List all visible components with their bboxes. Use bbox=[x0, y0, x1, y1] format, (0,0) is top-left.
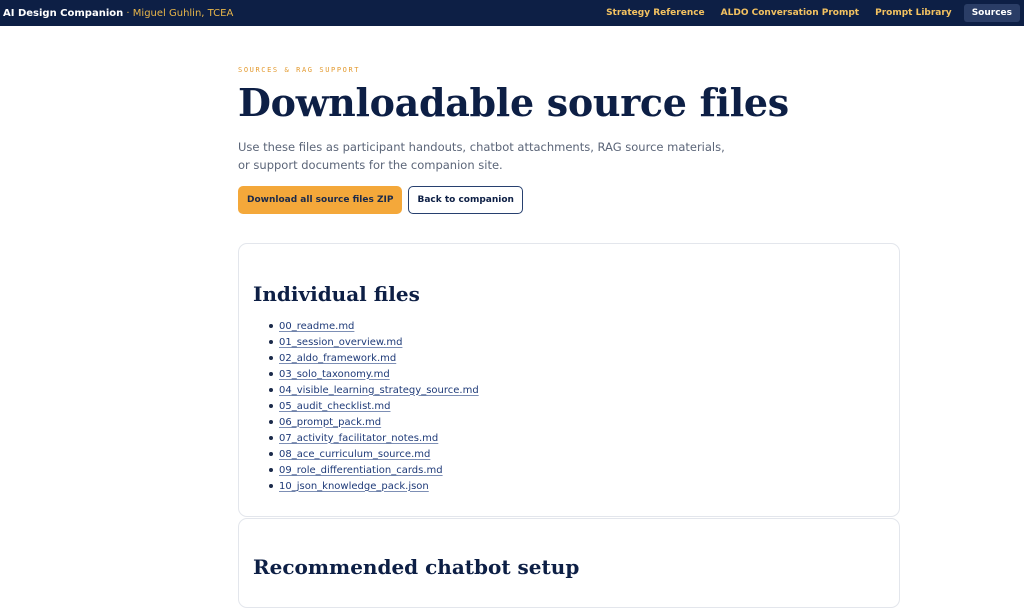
bullet-icon bbox=[269, 420, 273, 424]
bullet-icon bbox=[269, 340, 273, 344]
chatbot-setup-card: Recommended chatbot setup bbox=[238, 518, 900, 608]
nav-link-strategy-reference[interactable]: Strategy Reference bbox=[598, 4, 713, 22]
nav-link-aldo-conversation-prompt[interactable]: ALDO Conversation Prompt bbox=[713, 4, 867, 22]
back-to-companion-button[interactable]: Back to companion bbox=[408, 185, 523, 214]
file-link[interactable]: 06_prompt_pack.md bbox=[279, 417, 381, 428]
list-item: 07_activity_facilitator_notes.md bbox=[269, 430, 885, 446]
download-zip-button[interactable]: Download all source files ZIP bbox=[238, 185, 403, 214]
hero-actions: Download all source files ZIP Back to co… bbox=[238, 185, 900, 214]
file-link[interactable]: 10_json_knowledge_pack.json bbox=[279, 481, 429, 492]
file-link[interactable]: 03_solo_taxonomy.md bbox=[279, 369, 390, 380]
list-item: 09_role_differentiation_cards.md bbox=[269, 462, 885, 478]
file-link[interactable]: 02_aldo_framework.md bbox=[279, 353, 396, 364]
bullet-icon bbox=[269, 404, 273, 408]
list-item: 10_json_knowledge_pack.json bbox=[269, 478, 885, 494]
file-link[interactable]: 01_session_overview.md bbox=[279, 337, 402, 348]
page-lead: Use these files as participant handouts,… bbox=[238, 139, 725, 172]
section-eyebrow: SOURCES & RAG SUPPORT bbox=[238, 66, 361, 74]
bullet-icon bbox=[269, 388, 273, 392]
list-item: 03_solo_taxonomy.md bbox=[269, 366, 885, 382]
file-link[interactable]: 07_activity_facilitator_notes.md bbox=[279, 433, 438, 444]
list-item: 00_readme.md bbox=[269, 318, 885, 334]
chatbot-setup-heading: Recommended chatbot setup bbox=[253, 555, 580, 579]
individual-files-card: Individual files 00_readme.md 01_session… bbox=[238, 243, 900, 517]
list-item: 02_aldo_framework.md bbox=[269, 350, 885, 366]
file-link[interactable]: 08_ace_curriculum_source.md bbox=[279, 449, 430, 460]
list-item: 05_audit_checklist.md bbox=[269, 398, 885, 414]
main-nav: Strategy Reference ALDO Conversation Pro… bbox=[598, 4, 1020, 22]
bullet-icon bbox=[269, 372, 273, 376]
nav-link-prompt-library[interactable]: Prompt Library bbox=[867, 4, 960, 22]
file-link[interactable]: 09_role_differentiation_cards.md bbox=[279, 465, 443, 476]
list-item: 04_visible_learning_strategy_source.md bbox=[269, 382, 885, 398]
bullet-icon bbox=[269, 468, 273, 472]
bullet-icon bbox=[269, 356, 273, 360]
file-link[interactable]: 05_audit_checklist.md bbox=[279, 401, 390, 412]
bullet-icon bbox=[269, 436, 273, 440]
brand-separator: · bbox=[123, 7, 133, 19]
list-item: 06_prompt_pack.md bbox=[269, 414, 885, 430]
nav-link-sources[interactable]: Sources bbox=[963, 4, 1020, 22]
top-navigation-bar: AI Design Companion · Miguel Guhlin, TCE… bbox=[0, 0, 1024, 26]
bullet-icon bbox=[269, 484, 273, 488]
list-item: 08_ace_curriculum_source.md bbox=[269, 446, 885, 462]
brand-title: AI Design Companion bbox=[3, 7, 124, 19]
bullet-icon bbox=[269, 452, 273, 456]
file-link[interactable]: 00_readme.md bbox=[279, 321, 354, 332]
file-list: 00_readme.md 01_session_overview.md 02_a… bbox=[253, 318, 885, 494]
list-item: 01_session_overview.md bbox=[269, 334, 885, 350]
hero-section: SOURCES & RAG SUPPORT Downloadable sourc… bbox=[238, 26, 900, 214]
page-title: Downloadable source files bbox=[238, 80, 789, 125]
brand-author: Miguel Guhlin, TCEA bbox=[132, 7, 234, 19]
individual-files-heading: Individual files bbox=[253, 282, 420, 306]
bullet-icon bbox=[269, 324, 273, 328]
file-link[interactable]: 04_visible_learning_strategy_source.md bbox=[279, 385, 479, 396]
site-brand[interactable]: AI Design Companion · Miguel Guhlin, TCE… bbox=[3, 8, 233, 19]
